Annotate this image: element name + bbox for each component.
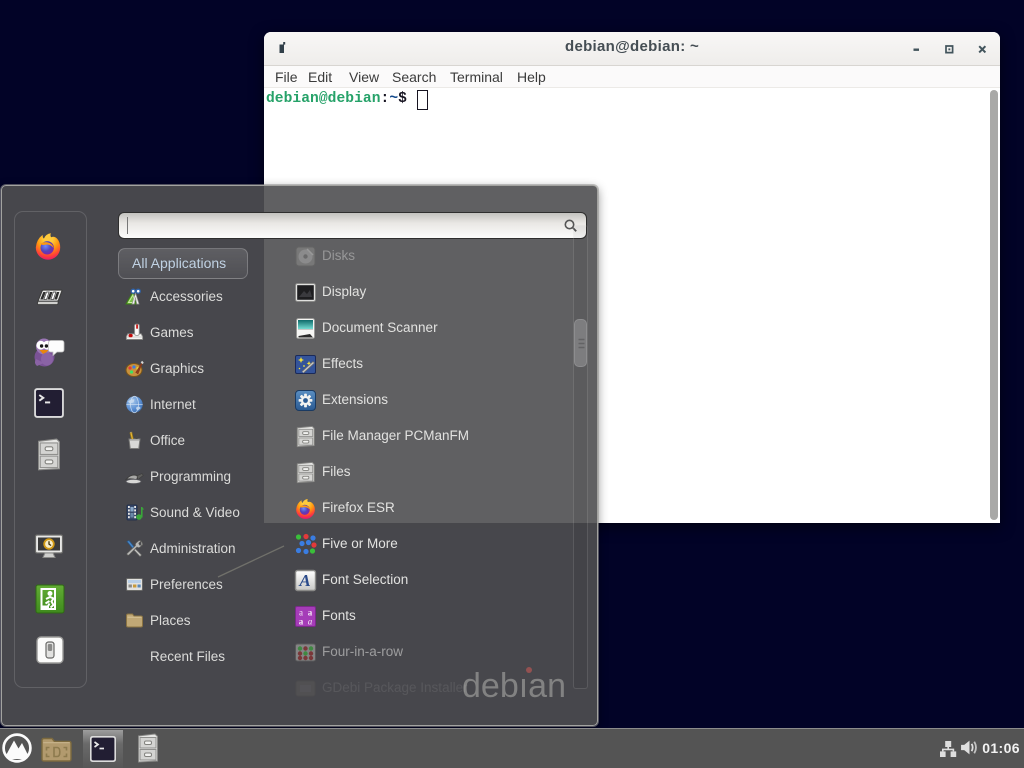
svg-text:A: A — [298, 571, 310, 590]
svg-text:a: a — [308, 617, 313, 627]
svg-text:a: a — [299, 617, 304, 627]
